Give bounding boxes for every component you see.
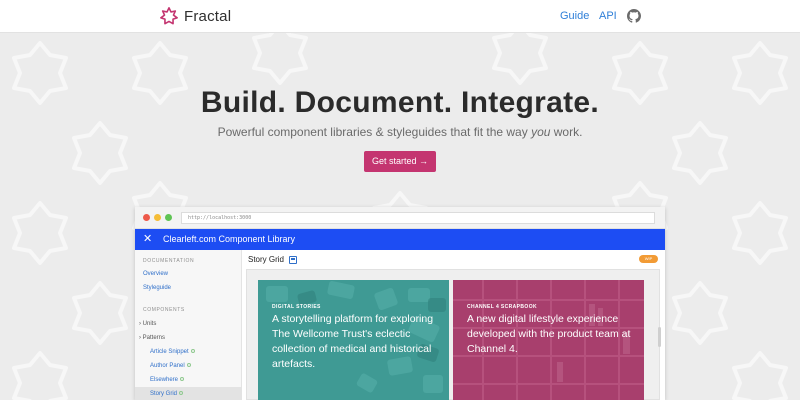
card-eyebrow: DIGITAL STORIES bbox=[272, 304, 321, 310]
component-preview-pane: Story Grid WIP DIGITAL STORIES A storyte… bbox=[243, 250, 665, 400]
sidebar-item-label: Elsewhere bbox=[150, 377, 179, 383]
card-eyebrow: CHANNEL 4 SCRAPBOOK bbox=[467, 304, 538, 310]
sidebar-group-units[interactable]: › Units bbox=[139, 321, 156, 327]
window-maximize-dot bbox=[165, 214, 172, 221]
library-title: Clearleft.com Component Library bbox=[163, 234, 296, 244]
github-icon[interactable] bbox=[627, 9, 641, 23]
sidebar-item-article-snippet[interactable]: Article Snippet bbox=[150, 349, 195, 355]
browser-chrome: http://localhost:3000 bbox=[135, 207, 665, 229]
window-close-dot bbox=[143, 214, 150, 221]
close-icon[interactable]: ✕ bbox=[143, 232, 152, 246]
brand-name: Fractal bbox=[184, 7, 232, 25]
sidebar-item-label: Article Snippet bbox=[150, 349, 189, 355]
card-description: A new digital lifestyle experience devel… bbox=[467, 313, 631, 355]
sidebar-item-author-panel[interactable]: Author Panel bbox=[150, 363, 191, 369]
hero-subtitle: Powerful component libraries & styleguid… bbox=[0, 125, 800, 139]
url-bar: http://localhost:3000 bbox=[181, 212, 655, 224]
component-title: Story Grid bbox=[248, 255, 285, 264]
hero-subtitle-start: Powerful component libraries & styleguid… bbox=[217, 125, 532, 139]
open-preview-icon[interactable] bbox=[289, 256, 297, 264]
sidebar-group-patterns[interactable]: › Patterns bbox=[139, 335, 165, 341]
brand-logo-link[interactable]: Fractal bbox=[160, 7, 231, 25]
sidebar-item-label: Author Panel bbox=[150, 363, 185, 369]
status-ready-icon bbox=[180, 377, 185, 382]
sidebar-heading-components: COMPONENTS bbox=[143, 307, 185, 313]
nav-api-link[interactable]: API bbox=[599, 10, 617, 22]
fractal-logo-icon bbox=[160, 7, 178, 25]
status-ready-icon bbox=[186, 363, 191, 368]
preview-frame: DIGITAL STORIES A storytelling platform … bbox=[246, 269, 660, 400]
nav-guide-link[interactable]: Guide bbox=[560, 10, 589, 22]
hero-subtitle-emphasis: you bbox=[531, 125, 551, 139]
sidebar-item-elsewhere[interactable]: Elsewhere bbox=[150, 377, 185, 383]
sidebar-item-label: Story Grid bbox=[150, 391, 178, 397]
sidebar-heading-documentation: DOCUMENTATION bbox=[143, 258, 195, 264]
status-badge: WIP bbox=[639, 255, 658, 263]
window-minimize-dot bbox=[154, 214, 161, 221]
browser-mockup: http://localhost:3000 ✕ Clearleft.com Co… bbox=[135, 207, 665, 400]
hero-subtitle-end: work. bbox=[550, 125, 583, 139]
sidebar-item-story-grid[interactable]: Story Grid bbox=[150, 391, 184, 397]
hero-title: Build. Document. Integrate. bbox=[200, 86, 600, 119]
chevron-right-icon: › bbox=[139, 321, 141, 327]
sidebar-group-label: Units bbox=[142, 321, 157, 327]
preview-scrollbar[interactable] bbox=[658, 327, 661, 347]
status-ready-icon bbox=[190, 349, 195, 354]
status-ready-icon bbox=[179, 391, 184, 396]
get-started-button[interactable]: Get started → bbox=[364, 151, 436, 172]
sidebar-item-overview[interactable]: Overview bbox=[143, 271, 168, 277]
library-app-bar: ✕ Clearleft.com Component Library bbox=[135, 229, 665, 250]
top-navigation: Fractal Guide API bbox=[0, 0, 800, 33]
sidebar-group-label: Patterns bbox=[142, 335, 166, 341]
card-description: A storytelling platform for exploring Th… bbox=[272, 313, 434, 370]
story-card[interactable]: CHANNEL 4 SCRAPBOOK A new digital lifest… bbox=[453, 280, 644, 400]
sidebar-item-styleguide[interactable]: Styleguide bbox=[143, 285, 171, 291]
chevron-down-icon: › bbox=[139, 335, 141, 341]
library-sidebar: DOCUMENTATION Overview Styleguide COMPON… bbox=[135, 250, 242, 400]
story-card[interactable]: DIGITAL STORIES A storytelling platform … bbox=[258, 280, 449, 400]
